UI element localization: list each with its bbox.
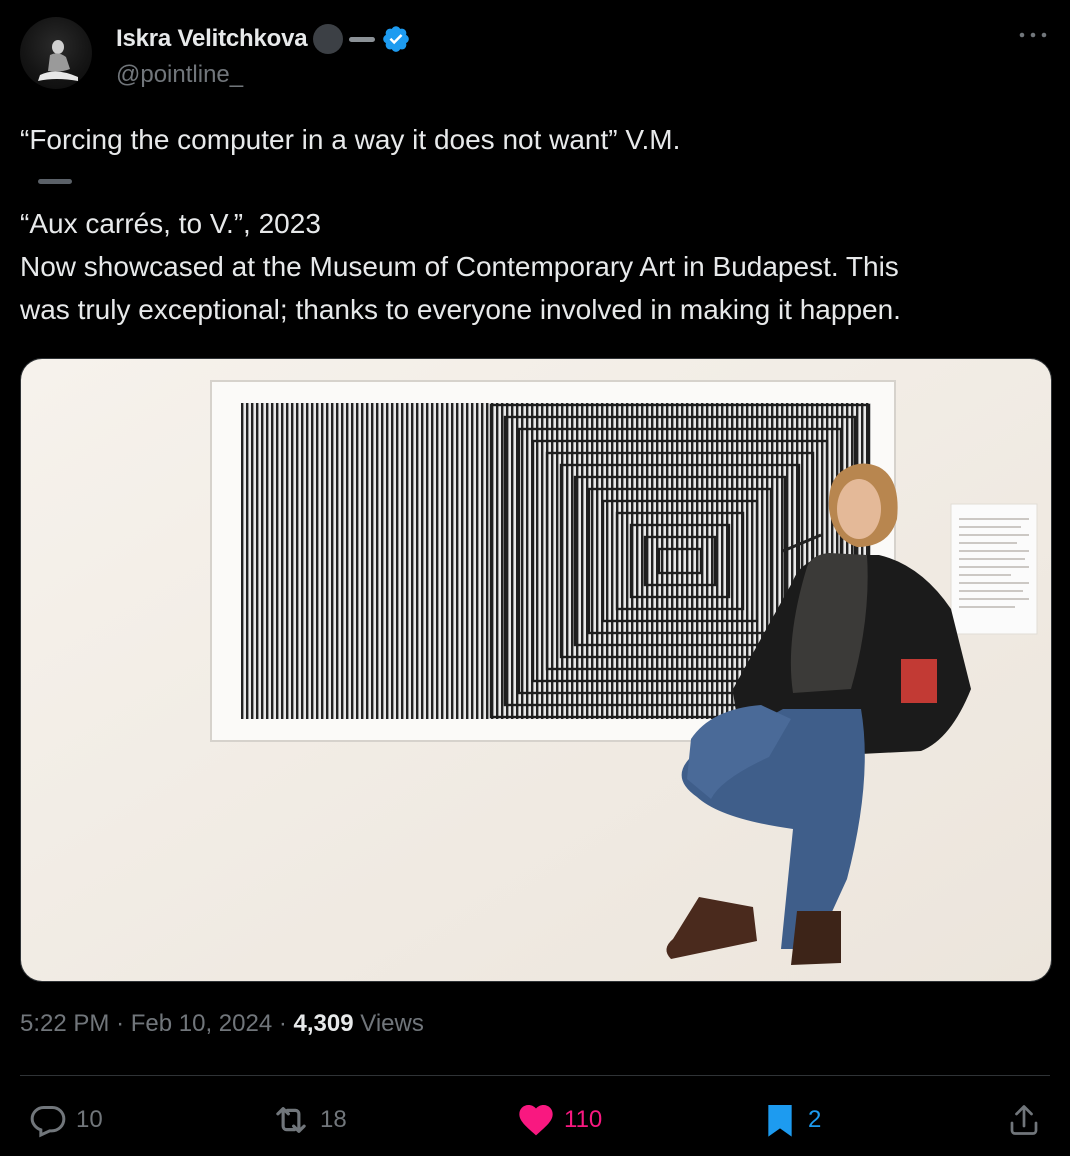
repost-button[interactable]: 18 bbox=[270, 1096, 347, 1144]
bookmark-count: 2 bbox=[808, 1106, 822, 1133]
dash-emoji-icon bbox=[349, 36, 376, 42]
like-count: 110 bbox=[564, 1106, 603, 1133]
share-icon bbox=[1010, 1105, 1038, 1135]
views-label: Views bbox=[360, 1010, 424, 1037]
reply-button[interactable]: 10 bbox=[28, 1096, 103, 1144]
quote-line: “Forcing the computer in a way it does n… bbox=[20, 124, 681, 155]
reply-icon bbox=[30, 1106, 66, 1138]
like-icon bbox=[519, 1105, 553, 1136]
divider bbox=[20, 1075, 1050, 1076]
body-line: Now showcased at the Museum of Contempor… bbox=[20, 251, 899, 282]
bookmark-icon bbox=[768, 1105, 792, 1137]
avatar[interactable] bbox=[20, 17, 92, 89]
repost-count: 18 bbox=[320, 1106, 347, 1133]
user-handle[interactable]: @pointline_ bbox=[116, 61, 243, 89]
tweet-header: Iskra Velitchkova @pointline_ bbox=[20, 17, 1050, 92]
dash-emoji-icon bbox=[38, 179, 72, 184]
more-icon[interactable] bbox=[1016, 25, 1050, 45]
share-button[interactable] bbox=[1006, 1096, 1042, 1144]
action-bar: 10 18 110 2 bbox=[20, 1096, 1050, 1144]
views-count: 4,309 bbox=[293, 1010, 354, 1037]
reply-count: 10 bbox=[76, 1106, 103, 1133]
verified-icon bbox=[383, 26, 410, 52]
meta-separator: · bbox=[278, 1010, 287, 1037]
repost-icon bbox=[276, 1107, 306, 1133]
artwork-line: “Aux carrés, to V.”, 2023 bbox=[20, 208, 321, 239]
tweet-text: “Forcing the computer in a way it does n… bbox=[20, 118, 1050, 331]
bookmark-button[interactable]: 2 bbox=[760, 1096, 821, 1144]
tweet-photo[interactable] bbox=[20, 358, 1052, 982]
circle-emoji-icon bbox=[313, 24, 344, 54]
tweet-time[interactable]: 5:22 PM bbox=[20, 1010, 109, 1037]
body-line: was truly exceptional; thanks to everyon… bbox=[20, 294, 901, 325]
meta-separator: · bbox=[116, 1010, 125, 1037]
like-button[interactable]: 110 bbox=[516, 1096, 602, 1144]
tweet-date[interactable]: Feb 10, 2024 bbox=[131, 1010, 272, 1037]
display-name[interactable]: Iskra Velitchkova bbox=[116, 25, 308, 53]
tweet-meta: 5:22 PM · Feb 10, 2024 · 4,309 Views bbox=[20, 1010, 424, 1038]
